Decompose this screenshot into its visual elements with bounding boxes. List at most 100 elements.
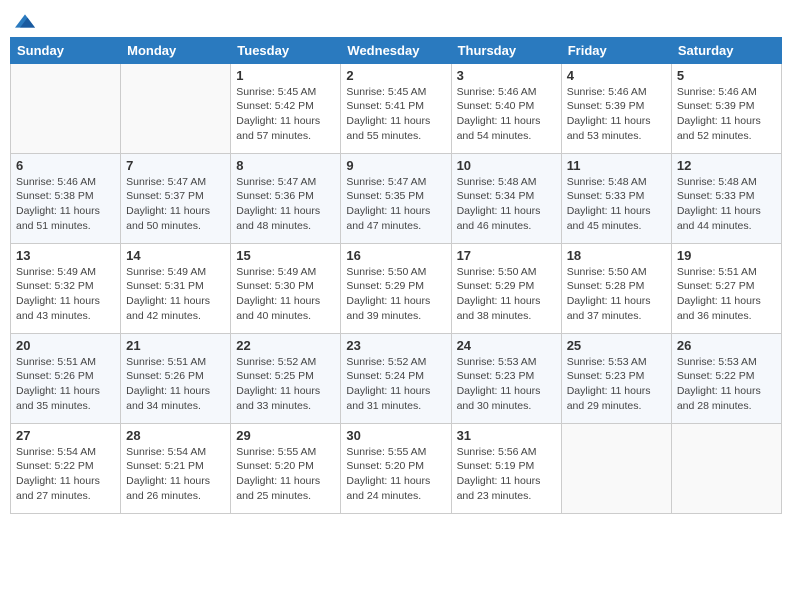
calendar-cell: 15Sunrise: 5:49 AM Sunset: 5:30 PM Dayli… — [231, 243, 341, 333]
day-number: 16 — [346, 248, 445, 263]
day-info: Sunrise: 5:54 AM Sunset: 5:22 PM Dayligh… — [16, 445, 115, 504]
calendar-cell — [121, 63, 231, 153]
day-number: 31 — [457, 428, 556, 443]
calendar-cell: 5 Sunrise: 5:46 AM Sunset: 5:39 PM Daylig… — [671, 63, 781, 153]
day-number: 11 — [567, 158, 666, 173]
day-number: 3 — [457, 68, 556, 83]
day-number: 17 — [457, 248, 556, 263]
day-info: Sunrise: 5:48 AM Sunset: 5:33 PM Dayligh… — [567, 175, 666, 234]
day-number: 7 — [126, 158, 225, 173]
day-number: 15 — [236, 248, 335, 263]
day-info: Sunrise: 5:56 AM Sunset: 5:19 PM Dayligh… — [457, 445, 556, 504]
day-info: Sunrise: 5:46 AM Sunset: 5:39 PM Dayligh… — [677, 85, 776, 144]
day-info: Sunrise: 5:53 AM Sunset: 5:23 PM Dayligh… — [567, 355, 666, 414]
calendar-cell: 8Sunrise: 5:47 AM Sunset: 5:36 PM Daylig… — [231, 153, 341, 243]
calendar-cell: 10 Sunrise: 5:48 AM Sunset: 5:34 PM Dayli… — [451, 153, 561, 243]
day-number: 23 — [346, 338, 445, 353]
calendar-cell: 17 Sunrise: 5:50 AM Sunset: 5:29 PM Dayli… — [451, 243, 561, 333]
day-number: 21 — [126, 338, 225, 353]
day-info: Sunrise: 5:48 AM Sunset: 5:34 PM Dayligh… — [457, 175, 556, 234]
day-number: 14 — [126, 248, 225, 263]
calendar-week-row: 1Sunrise: 5:45 AM Sunset: 5:42 PM Daylig… — [11, 63, 782, 153]
calendar-cell — [11, 63, 121, 153]
weekday-header-row: SundayMondayTuesdayWednesdayThursdayFrid… — [11, 37, 782, 63]
weekday-header-tuesday: Tuesday — [231, 37, 341, 63]
calendar-cell: 27 Sunrise: 5:54 AM Sunset: 5:22 PM Dayli… — [11, 423, 121, 513]
day-number: 20 — [16, 338, 115, 353]
calendar-cell: 22Sunrise: 5:52 AM Sunset: 5:25 PM Dayli… — [231, 333, 341, 423]
calendar-cell: 24 Sunrise: 5:53 AM Sunset: 5:23 PM Dayli… — [451, 333, 561, 423]
day-info: Sunrise: 5:47 AM Sunset: 5:35 PM Dayligh… — [346, 175, 445, 234]
day-number: 9 — [346, 158, 445, 173]
day-number: 13 — [16, 248, 115, 263]
calendar-cell — [671, 423, 781, 513]
calendar-week-row: 6 Sunrise: 5:46 AM Sunset: 5:38 PM Daylig… — [11, 153, 782, 243]
calendar-cell: 26Sunrise: 5:53 AM Sunset: 5:22 PM Dayli… — [671, 333, 781, 423]
calendar-cell: 13 Sunrise: 5:49 AM Sunset: 5:32 PM Dayli… — [11, 243, 121, 333]
calendar-week-row: 20 Sunrise: 5:51 AM Sunset: 5:26 PM Dayli… — [11, 333, 782, 423]
calendar-week-row: 13 Sunrise: 5:49 AM Sunset: 5:32 PM Dayli… — [11, 243, 782, 333]
day-info: Sunrise: 5:52 AM Sunset: 5:24 PM Dayligh… — [346, 355, 445, 414]
day-info: Sunrise: 5:51 AM Sunset: 5:26 PM Dayligh… — [16, 355, 115, 414]
calendar-cell: 2Sunrise: 5:45 AM Sunset: 5:41 PM Daylig… — [341, 63, 451, 153]
day-number: 29 — [236, 428, 335, 443]
day-info: Sunrise: 5:50 AM Sunset: 5:29 PM Dayligh… — [346, 265, 445, 324]
calendar-cell: 25Sunrise: 5:53 AM Sunset: 5:23 PM Dayli… — [561, 333, 671, 423]
calendar-cell: 9 Sunrise: 5:47 AM Sunset: 5:35 PM Daylig… — [341, 153, 451, 243]
page-header — [10, 10, 782, 31]
calendar-table: SundayMondayTuesdayWednesdayThursdayFrid… — [10, 37, 782, 514]
day-info: Sunrise: 5:46 AM Sunset: 5:38 PM Dayligh… — [16, 175, 115, 234]
day-info: Sunrise: 5:46 AM Sunset: 5:40 PM Dayligh… — [457, 85, 556, 144]
logo — [14, 10, 35, 31]
day-info: Sunrise: 5:55 AM Sunset: 5:20 PM Dayligh… — [346, 445, 445, 504]
day-info: Sunrise: 5:55 AM Sunset: 5:20 PM Dayligh… — [236, 445, 335, 504]
calendar-cell: 1Sunrise: 5:45 AM Sunset: 5:42 PM Daylig… — [231, 63, 341, 153]
calendar-cell: 20 Sunrise: 5:51 AM Sunset: 5:26 PM Dayli… — [11, 333, 121, 423]
day-number: 26 — [677, 338, 776, 353]
day-info: Sunrise: 5:51 AM Sunset: 5:26 PM Dayligh… — [126, 355, 225, 414]
calendar-cell: 31 Sunrise: 5:56 AM Sunset: 5:19 PM Dayli… — [451, 423, 561, 513]
day-number: 18 — [567, 248, 666, 263]
day-info: Sunrise: 5:49 AM Sunset: 5:32 PM Dayligh… — [16, 265, 115, 324]
day-info: Sunrise: 5:49 AM Sunset: 5:31 PM Dayligh… — [126, 265, 225, 324]
calendar-cell: 6 Sunrise: 5:46 AM Sunset: 5:38 PM Daylig… — [11, 153, 121, 243]
weekday-header-saturday: Saturday — [671, 37, 781, 63]
day-info: Sunrise: 5:48 AM Sunset: 5:33 PM Dayligh… — [677, 175, 776, 234]
day-info: Sunrise: 5:50 AM Sunset: 5:29 PM Dayligh… — [457, 265, 556, 324]
day-number: 8 — [236, 158, 335, 173]
calendar-cell: 29 Sunrise: 5:55 AM Sunset: 5:20 PM Dayli… — [231, 423, 341, 513]
weekday-header-wednesday: Wednesday — [341, 37, 451, 63]
day-info: Sunrise: 5:51 AM Sunset: 5:27 PM Dayligh… — [677, 265, 776, 324]
day-number: 5 — [677, 68, 776, 83]
calendar-cell: 30 Sunrise: 5:55 AM Sunset: 5:20 PM Dayli… — [341, 423, 451, 513]
day-number: 4 — [567, 68, 666, 83]
day-number: 27 — [16, 428, 115, 443]
day-info: Sunrise: 5:54 AM Sunset: 5:21 PM Dayligh… — [126, 445, 225, 504]
day-number: 30 — [346, 428, 445, 443]
calendar-cell: 21 Sunrise: 5:51 AM Sunset: 5:26 PM Dayli… — [121, 333, 231, 423]
calendar-cell: 16 Sunrise: 5:50 AM Sunset: 5:29 PM Dayli… — [341, 243, 451, 333]
calendar-cell: 14 Sunrise: 5:49 AM Sunset: 5:31 PM Dayli… — [121, 243, 231, 333]
day-number: 10 — [457, 158, 556, 173]
logo-general — [14, 10, 35, 31]
calendar-week-row: 27 Sunrise: 5:54 AM Sunset: 5:22 PM Dayli… — [11, 423, 782, 513]
calendar-cell: 3 Sunrise: 5:46 AM Sunset: 5:40 PM Daylig… — [451, 63, 561, 153]
day-info: Sunrise: 5:45 AM Sunset: 5:42 PM Dayligh… — [236, 85, 335, 144]
day-info: Sunrise: 5:47 AM Sunset: 5:37 PM Dayligh… — [126, 175, 225, 234]
day-info: Sunrise: 5:53 AM Sunset: 5:23 PM Dayligh… — [457, 355, 556, 414]
day-number: 6 — [16, 158, 115, 173]
calendar-cell — [561, 423, 671, 513]
calendar-cell: 23 Sunrise: 5:52 AM Sunset: 5:24 PM Dayli… — [341, 333, 451, 423]
calendar-cell: 12Sunrise: 5:48 AM Sunset: 5:33 PM Dayli… — [671, 153, 781, 243]
calendar-cell: 19 Sunrise: 5:51 AM Sunset: 5:27 PM Dayli… — [671, 243, 781, 333]
calendar-cell: 11 Sunrise: 5:48 AM Sunset: 5:33 PM Dayli… — [561, 153, 671, 243]
calendar-cell: 7 Sunrise: 5:47 AM Sunset: 5:37 PM Daylig… — [121, 153, 231, 243]
calendar-cell: 18 Sunrise: 5:50 AM Sunset: 5:28 PM Dayli… — [561, 243, 671, 333]
day-info: Sunrise: 5:45 AM Sunset: 5:41 PM Dayligh… — [346, 85, 445, 144]
day-info: Sunrise: 5:46 AM Sunset: 5:39 PM Dayligh… — [567, 85, 666, 144]
day-number: 19 — [677, 248, 776, 263]
weekday-header-sunday: Sunday — [11, 37, 121, 63]
day-info: Sunrise: 5:50 AM Sunset: 5:28 PM Dayligh… — [567, 265, 666, 324]
day-number: 24 — [457, 338, 556, 353]
day-number: 28 — [126, 428, 225, 443]
